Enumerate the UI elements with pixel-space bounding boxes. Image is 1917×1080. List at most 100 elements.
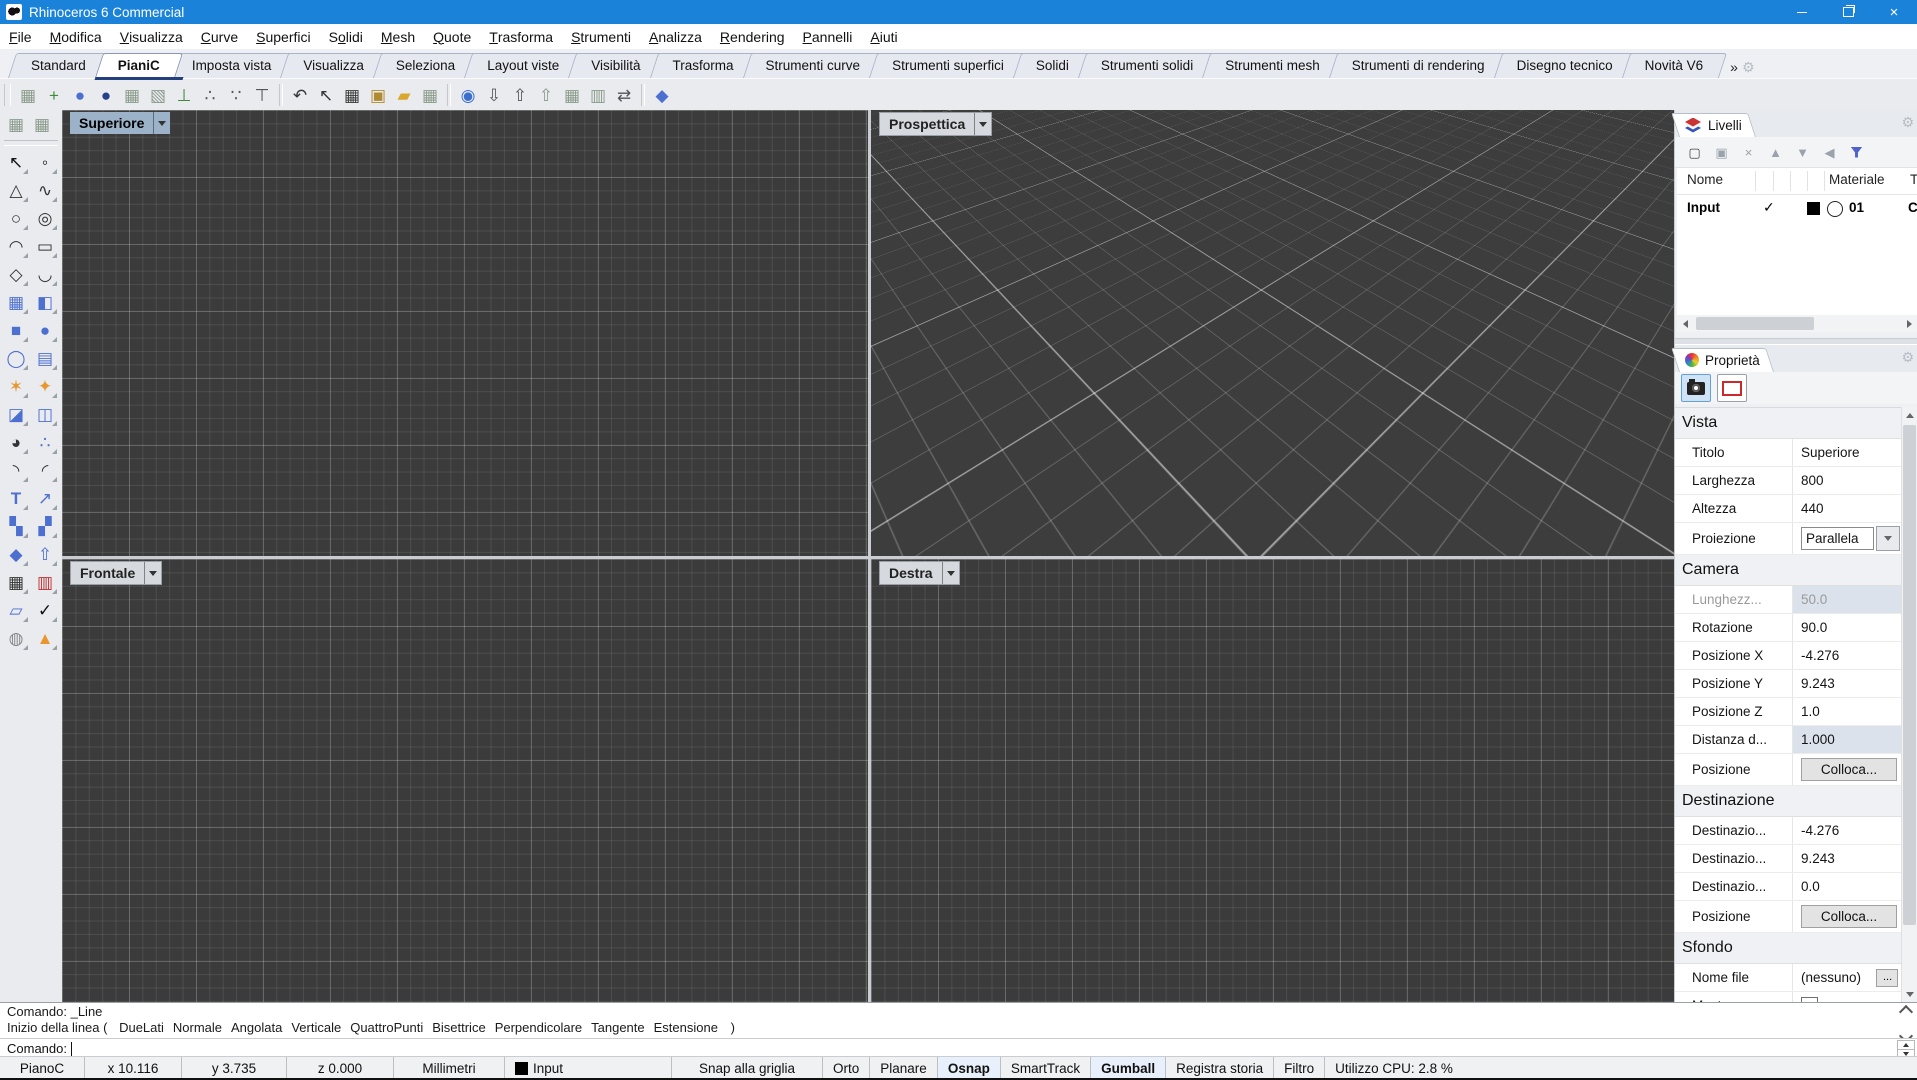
- scroll-down-button[interactable]: [1902, 986, 1917, 1002]
- scrollbar-thumb[interactable]: [1696, 317, 1814, 330]
- tab-seleziona[interactable]: Seleziona: [377, 53, 474, 78]
- menu-item-strumenti[interactable]: Strumenti: [562, 24, 640, 49]
- check-icon[interactable]: ✓: [32, 597, 58, 623]
- cplane-zaxis-icon[interactable]: ⊥: [171, 82, 197, 108]
- camera-properties-button[interactable]: [1681, 374, 1711, 402]
- viewport-superiore[interactable]: Superiore: [62, 110, 868, 556]
- menu-item-rendering[interactable]: Rendering: [711, 24, 794, 49]
- cplane-world-icon[interactable]: ▦: [15, 82, 41, 108]
- command-option-bisettrice[interactable]: Bisettrice: [432, 1020, 485, 1035]
- layer-down-icon[interactable]: ▼: [1789, 140, 1816, 164]
- control-point-curve-icon[interactable]: △: [3, 177, 29, 203]
- maximize-button[interactable]: [1825, 0, 1871, 24]
- column-materiale[interactable]: Materiale: [1829, 172, 1885, 187]
- menu-item-analizza[interactable]: Analizza: [640, 24, 711, 49]
- status-smarttrack[interactable]: SmartTrack: [1001, 1057, 1091, 1079]
- viewport-frontale[interactable]: Frontale: [62, 559, 868, 1002]
- surface-points-icon[interactable]: ▦: [3, 289, 29, 315]
- command-option-perpendicolare[interactable]: Perpendicolare: [495, 1020, 582, 1035]
- surface-grid-icon[interactable]: ▤: [32, 345, 58, 371]
- fillet-curve-icon[interactable]: ◡: [32, 261, 58, 287]
- status-millimetri[interactable]: Millimetri: [394, 1057, 505, 1079]
- tab-overflow-chevron[interactable]: »: [1730, 59, 1738, 75]
- viewport-label-destra[interactable]: Destra: [879, 561, 960, 585]
- menu-item-aiuti[interactable]: Aiuti: [861, 24, 906, 49]
- viewport-menu-button[interactable]: [153, 112, 170, 134]
- viewport-destra-canvas[interactable]: [871, 559, 1674, 1002]
- properties-gear-icon[interactable]: ⚙: [1901, 349, 1914, 366]
- polyhedron-icon[interactable]: ◆: [649, 82, 675, 108]
- current-layer-check-icon[interactable]: ✓: [1763, 199, 1775, 216]
- save-cplane-icon[interactable]: ▣: [365, 82, 391, 108]
- viewport-label-superiore[interactable]: Superiore: [70, 112, 170, 134]
- command-input-row[interactable]: Comando:: [0, 1038, 1917, 1058]
- ellipse-icon[interactable]: ◎: [32, 205, 58, 231]
- cplane-elevation-icon[interactable]: ⊤: [249, 82, 275, 108]
- status-x-10-116[interactable]: x 10.116: [85, 1057, 182, 1079]
- cplane-dock-icon-2[interactable]: ▦: [29, 111, 55, 137]
- show-eye-icon[interactable]: ◉: [455, 82, 481, 108]
- layer-up-icon[interactable]: ▲: [1762, 140, 1789, 164]
- array-grid-icon[interactable]: ▦: [3, 569, 29, 595]
- layers-panel-tab[interactable]: Livelli: [1679, 113, 1756, 137]
- select-arrow-icon[interactable]: ↖: [3, 149, 29, 175]
- viewport-label-frontale[interactable]: Frontale: [70, 561, 162, 585]
- cplane-previous-icon[interactable]: ▥: [585, 82, 611, 108]
- tab-disegno-tecnico[interactable]: Disegno tecnico: [1498, 53, 1632, 78]
- circle-icon[interactable]: ○: [3, 205, 29, 231]
- viewport-horizontal-splitter[interactable]: [62, 556, 1674, 559]
- layer-left-icon[interactable]: ◀: [1816, 140, 1843, 164]
- close-button[interactable]: ×: [1871, 0, 1917, 24]
- blend-colors-icon[interactable]: ◕: [3, 429, 29, 455]
- copy-layer-icon[interactable]: ▣: [1708, 140, 1735, 164]
- layer-row-input[interactable]: Input ✓ 01 C: [1677, 195, 1917, 222]
- scroll-right-button[interactable]: [1901, 315, 1917, 332]
- projection-dropdown-button[interactable]: [1876, 526, 1900, 551]
- select-cursor-icon[interactable]: ↖: [313, 82, 339, 108]
- colloca-button[interactable]: Colloca...: [1801, 758, 1897, 781]
- menu-item-curve[interactable]: Curve: [192, 24, 247, 49]
- status-input[interactable]: Input: [505, 1057, 672, 1079]
- split-icon[interactable]: ◫: [32, 401, 58, 427]
- scroll-left-button[interactable]: [1677, 315, 1694, 332]
- point-icon[interactable]: ◦: [32, 149, 58, 175]
- explode-icon[interactable]: ✶: [3, 373, 29, 399]
- command-option-quattropunti[interactable]: QuattroPunti: [350, 1020, 423, 1035]
- status-registra-storia[interactable]: Registra storia: [1166, 1057, 1274, 1079]
- box-icon[interactable]: ■: [3, 317, 29, 343]
- toolbar-grip[interactable]: [4, 84, 11, 106]
- layer-filter-button[interactable]: [1843, 140, 1870, 164]
- scrollbar-thumb[interactable]: [1903, 425, 1916, 925]
- status-planare[interactable]: Planare: [870, 1057, 938, 1079]
- status-osnap[interactable]: Osnap: [938, 1057, 1001, 1079]
- cplane-rotate-icon[interactable]: ▧: [145, 82, 171, 108]
- cplane-next-icon[interactable]: ▦: [559, 82, 585, 108]
- tab-solidi[interactable]: Solidi: [1017, 53, 1088, 78]
- sphere-icon[interactable]: ●: [32, 317, 58, 343]
- rectangle-icon[interactable]: ▭: [32, 233, 58, 259]
- cplane-dock-icon-1[interactable]: ▦: [3, 111, 29, 137]
- menu-item-pannelli[interactable]: Pannelli: [794, 24, 862, 49]
- scrollbar-track[interactable]: [1694, 315, 1901, 332]
- torus-icon[interactable]: ◯: [3, 345, 29, 371]
- viewport-menu-button[interactable]: [144, 562, 161, 584]
- loft-surface-icon[interactable]: ◧: [32, 289, 58, 315]
- trim-icon[interactable]: ◪: [3, 401, 29, 427]
- status-gumball[interactable]: Gumball: [1091, 1057, 1166, 1079]
- browse-button[interactable]: ...: [1876, 969, 1898, 987]
- tab-strumenti-superfici[interactable]: Strumenti superfici: [873, 53, 1023, 78]
- layer-material[interactable]: 01: [1849, 200, 1864, 215]
- column-nome[interactable]: Nome: [1687, 172, 1723, 187]
- status-z-0-000[interactable]: z 0.000: [287, 1057, 394, 1079]
- minimize-button[interactable]: [1779, 0, 1825, 24]
- cplane-3point-icon[interactable]: ∴: [197, 82, 223, 108]
- menu-item-file[interactable]: File: [0, 24, 41, 49]
- status-pianoc[interactable]: PianoC: [0, 1057, 85, 1079]
- arc-icon[interactable]: ◠: [3, 233, 29, 259]
- solid-union-icon[interactable]: ◆: [3, 541, 29, 567]
- fillet-icon[interactable]: ◝: [3, 457, 29, 483]
- tab-strumenti-solidi[interactable]: Strumenti solidi: [1082, 53, 1212, 78]
- viewport-menu-button[interactable]: [974, 113, 991, 135]
- menu-item-trasforma[interactable]: Trasforma: [480, 24, 562, 49]
- tab-standard[interactable]: Standard: [12, 53, 105, 78]
